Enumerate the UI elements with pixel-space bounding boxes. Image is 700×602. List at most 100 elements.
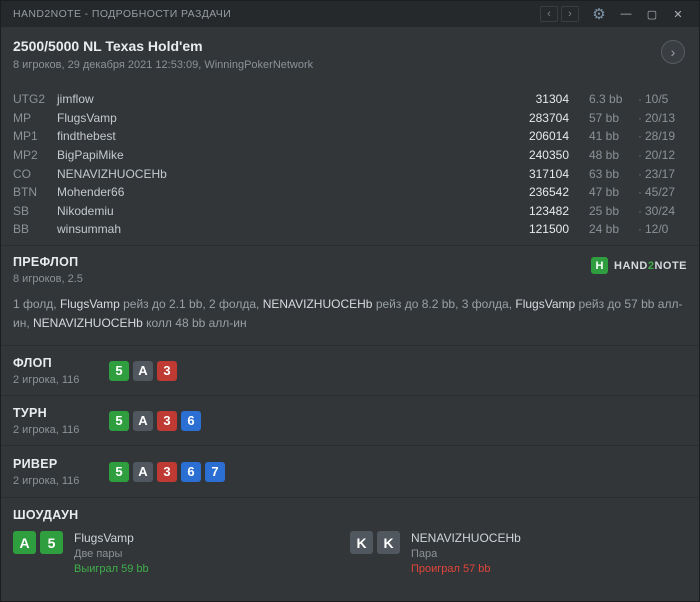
- turn-title: ТУРН: [13, 405, 47, 420]
- turn-subtitle: 2 игрока, 116: [13, 423, 80, 436]
- hand-subtitle: 8 игроков, 29 декабря 2021 12:53:09, Win…: [13, 59, 314, 71]
- player-row[interactable]: CO NENAVIZHUOCEHb 317104 63 bb · 23/17: [13, 164, 687, 183]
- logo-part-note: NOTE: [654, 259, 687, 272]
- showdown-result: Выиграл 59 bb: [74, 563, 149, 575]
- preflop-subtitle: 8 игроков, 2.5: [13, 273, 83, 285]
- turn-section: ТУРН 2 игрока, 116 5 A 3 6: [1, 395, 699, 445]
- player-row[interactable]: MP FlugsVamp 283704 57 bb · 20/13: [13, 109, 687, 128]
- settings-button[interactable]: ⚙: [587, 4, 611, 24]
- player-vpip-pfr: 20/12: [645, 148, 676, 163]
- close-icon: ✕: [673, 8, 683, 21]
- open-hand-button[interactable]: ›: [661, 40, 685, 64]
- dot-separator: ·: [638, 148, 642, 163]
- players-table: UTG2 jimflow 31304 6.3 bb · 10/5 MP Flug…: [1, 85, 699, 245]
- showdown-player-winner[interactable]: A 5 FlugsVamp Две пары Выиграл 59 bb: [13, 531, 350, 575]
- player-name: jimflow: [57, 92, 94, 107]
- board-card: 3: [157, 461, 177, 482]
- player-stack-bb: 63 bb: [589, 166, 620, 181]
- player-name: BigPapiMike: [57, 148, 124, 163]
- hole-card: 5: [40, 531, 63, 554]
- board-card: A: [133, 461, 153, 482]
- board-card: 3: [157, 410, 177, 431]
- player-stack-bb: 24 bb: [589, 222, 620, 237]
- player-name: FlugsVamp: [57, 110, 117, 125]
- showdown-result: Проиграл 57 bb: [411, 563, 491, 575]
- minimize-button[interactable]: —: [615, 4, 637, 24]
- hand2note-logo: H HAND2NOTE: [591, 257, 687, 274]
- player-position: UTG2: [13, 92, 46, 107]
- turn-cards: 5 A 3 6: [109, 410, 201, 431]
- player-row[interactable]: MP1 findthebest 206014 41 bb · 28/19: [13, 127, 687, 146]
- dot-separator: ·: [638, 222, 642, 237]
- showdown-title: ШОУДАУН: [13, 508, 79, 522]
- player-stack-bb: 41 bb: [589, 129, 620, 144]
- prev-hand-button[interactable]: ‹: [540, 6, 558, 22]
- hand2note-logo-text: HAND2NOTE: [614, 260, 687, 272]
- player-row[interactable]: MP2 BigPapiMike 240350 48 bb · 20/12: [13, 146, 687, 165]
- player-row[interactable]: SB Nikodemiu 123482 25 bb · 30/24: [13, 202, 687, 221]
- player-position: BTN: [13, 185, 37, 200]
- player-vpip-pfr: 20/13: [645, 110, 676, 125]
- preflop-title: ПРЕФЛОП: [13, 255, 79, 269]
- next-hand-button[interactable]: ›: [561, 6, 579, 22]
- river-section: РИВЕР 2 игрока, 116 5 A 3 6 7: [1, 445, 699, 497]
- player-stack: 31304: [535, 92, 569, 107]
- showdown-section: ШОУДАУН A 5 FlugsVamp Две пары Выиграл 5…: [1, 497, 699, 601]
- board-card: 5: [109, 461, 129, 482]
- hand2note-hand-details-window: HAND2NOTE - ПОДРОБНОСТИ РАЗДАЧИ ‹ › ⚙ — …: [0, 0, 700, 602]
- player-name: findthebest: [57, 129, 116, 144]
- action-text-segment: колл 48 bb алл-ин: [142, 316, 247, 330]
- hole-cards: K K: [350, 531, 400, 554]
- flop-subtitle: 2 игрока, 116: [13, 373, 80, 386]
- player-stack-bb: 57 bb: [589, 110, 620, 125]
- board-card: 3: [157, 360, 177, 381]
- maximize-button[interactable]: ▢: [641, 4, 663, 24]
- flop-cards: 5 A 3: [109, 360, 177, 381]
- board-card: A: [133, 410, 153, 431]
- dot-separator: ·: [638, 129, 642, 144]
- action-player-name: FlugsVamp: [515, 297, 576, 311]
- dot-separator: ·: [638, 203, 642, 218]
- window-title: HAND2NOTE - ПОДРОБНОСТИ РАЗДАЧИ: [13, 8, 232, 20]
- dot-separator: ·: [638, 110, 642, 125]
- preflop-action-text: 1 фолд, FlugsVamp рейз до 2.1 bb, 2 фолд…: [13, 295, 687, 333]
- hand-title: 2500/5000 NL Texas Hold'em: [13, 38, 203, 54]
- player-stack: 123482: [528, 203, 569, 218]
- close-button[interactable]: ✕: [667, 4, 689, 24]
- showdown-player-loser[interactable]: K K NENAVIZHUOCEHb Пара Проиграл 57 bb: [350, 531, 687, 575]
- player-position: BB: [13, 222, 30, 237]
- river-title: РИВЕР: [13, 456, 58, 471]
- player-stack: 240350: [528, 148, 569, 163]
- player-vpip-pfr: 23/17: [645, 166, 676, 181]
- board-card: 6: [181, 410, 201, 431]
- player-row[interactable]: UTG2 jimflow 31304 6.3 bb · 10/5: [13, 90, 687, 109]
- board-card: A: [133, 360, 153, 381]
- action-text-segment: рейз до 8.2 bb, 3 фолда,: [372, 297, 516, 311]
- dot-separator: ·: [638, 166, 642, 181]
- gear-icon: ⚙: [592, 6, 606, 23]
- player-vpip-pfr: 12/0: [645, 222, 669, 237]
- player-stack: 236542: [528, 185, 569, 200]
- showdown-combo: Две пары: [74, 548, 123, 560]
- player-stack-bb: 25 bb: [589, 203, 620, 218]
- player-position: MP1: [13, 129, 38, 144]
- title-bar[interactable]: HAND2NOTE - ПОДРОБНОСТИ РАЗДАЧИ ‹ › ⚙ — …: [1, 1, 699, 27]
- player-stack-bb: 47 bb: [589, 185, 620, 200]
- hole-cards: A 5: [13, 531, 63, 554]
- player-row[interactable]: BTN Mohender66 236542 47 bb · 45/27: [13, 183, 687, 202]
- player-vpip-pfr: 28/19: [645, 129, 676, 144]
- river-cards: 5 A 3 6 7: [109, 461, 225, 482]
- action-player-name: FlugsVamp: [59, 297, 120, 311]
- player-vpip-pfr: 45/27: [645, 185, 676, 200]
- dot-separator: ·: [638, 92, 642, 107]
- player-stack: 317104: [528, 166, 569, 181]
- chevron-right-icon: ›: [568, 8, 572, 20]
- board-card: 7: [205, 461, 225, 482]
- player-position: MP: [13, 110, 31, 125]
- player-position: SB: [13, 203, 30, 218]
- player-row[interactable]: BB winsummah 121500 24 bb · 12/0: [13, 220, 687, 239]
- action-text-segment: рейз до 2.1 bb, 2 фолда,: [119, 297, 263, 311]
- player-stack: 206014: [528, 129, 569, 144]
- flop-section: ФЛОП 2 игрока, 116 5 A 3: [1, 345, 699, 395]
- player-stack-bb: 48 bb: [589, 148, 620, 163]
